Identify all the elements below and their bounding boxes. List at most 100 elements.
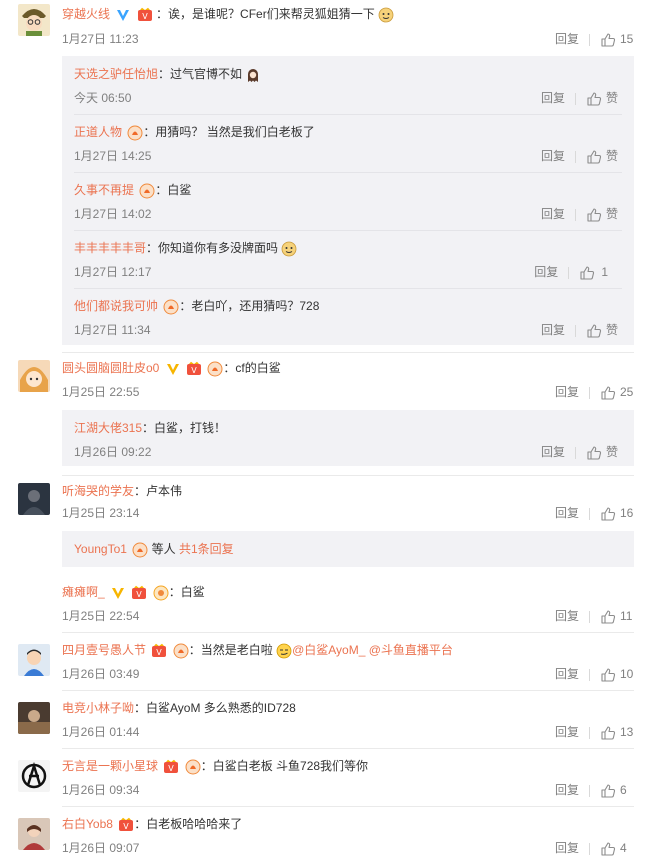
- separator: [589, 610, 590, 623]
- reply-button[interactable]: 回复: [541, 323, 565, 337]
- comment-line: 穿越火线 ：诶，是谁呢？CFer们来帮灵狐姐猜一下: [62, 4, 640, 24]
- username-link[interactable]: 听海哭的学友: [62, 484, 134, 498]
- reply-actions: 回复 赞: [541, 444, 618, 460]
- thumb-up-icon[interactable]: [579, 265, 595, 281]
- thumb-up-icon[interactable]: [586, 149, 602, 165]
- reply-button[interactable]: 回复: [541, 91, 565, 105]
- username-link[interactable]: 天选之驴任怡旭: [74, 67, 158, 81]
- thumb-up-icon[interactable]: [600, 783, 616, 799]
- reply-button[interactable]: 回复: [555, 724, 579, 740]
- comment-text: ：当然是老白啦: [188, 643, 273, 657]
- sub-reply: 他们都说我可帅 ：老白吖，还用猜吗？728 1月27日 11:34 回复 赞: [74, 294, 622, 340]
- separator: [589, 726, 590, 739]
- replies-box: 江湖大佬315：白鲨，打钱！ 1月26日 09:22 回复 赞: [62, 410, 634, 466]
- comment-line: 无言是一颗小星球 ：白鲨白老板 斗鱼728我们等你: [62, 756, 640, 776]
- comment-line: 四月壹号愚人节 ：当然是老白啦 @白鲨AyoM_ @斗鱼直播平台: [62, 640, 640, 660]
- comment-text: ：白鲨: [168, 585, 205, 599]
- divider: [62, 352, 634, 353]
- doge-emoji-icon: [378, 7, 394, 23]
- reply-summary-text: 等人: [148, 542, 179, 556]
- mention-link[interactable]: @斗鱼直播平台: [369, 643, 453, 657]
- reply-button[interactable]: 回复: [555, 31, 579, 47]
- thumb-up-icon[interactable]: [586, 207, 602, 223]
- thumb-up-icon[interactable]: [600, 32, 616, 48]
- reply-button[interactable]: 回复: [534, 265, 558, 279]
- thumb-up-icon[interactable]: [600, 841, 616, 857]
- verified-icon: [115, 7, 131, 23]
- reply-button[interactable]: 回复: [555, 666, 579, 682]
- timestamp: 1月27日 12:17: [74, 265, 152, 279]
- username-link[interactable]: 电竞小林子呦: [62, 701, 134, 715]
- divider: [74, 114, 622, 115]
- medal-icon: [127, 125, 143, 141]
- comment-actions: 回复 13: [555, 724, 634, 740]
- username-link[interactable]: 丰丰丰丰丰哥: [74, 241, 146, 255]
- separator: [574, 150, 576, 163]
- username-link[interactable]: 圆头圆脑圆肚皮o0: [62, 361, 159, 375]
- like-button[interactable]: 赞: [606, 445, 618, 459]
- thumb-up-icon[interactable]: [600, 609, 616, 625]
- username-link[interactable]: 穿越火线: [62, 7, 110, 21]
- like-button[interactable]: 赞: [606, 207, 618, 221]
- divider: [62, 690, 634, 691]
- comment-actions: 回复 11: [555, 608, 634, 624]
- reply-button[interactable]: 回复: [555, 840, 579, 856]
- sub-reply: 丰丰丰丰丰哥：你知道你有多没牌面吗 1月27日 12:17 回复 1: [74, 236, 622, 289]
- username-link[interactable]: 右白Yob8: [62, 817, 113, 831]
- divider: [74, 172, 622, 173]
- separator: [589, 386, 590, 399]
- username-link[interactable]: 瘫瘫啊_: [62, 585, 105, 599]
- username-link[interactable]: 四月壹号愚人节: [62, 643, 146, 657]
- reply-button[interactable]: 回复: [541, 149, 565, 163]
- username-link[interactable]: 江湖大佬315: [74, 421, 142, 435]
- comment-line: 瘫瘫啊_ ：白鲨: [62, 582, 640, 602]
- like-button[interactable]: 赞: [606, 91, 618, 105]
- like-count: 10: [620, 667, 634, 681]
- thumb-up-icon[interactable]: [586, 91, 602, 107]
- timestamp: 1月27日 14:02: [74, 207, 152, 221]
- like-button[interactable]: 赞: [606, 149, 618, 163]
- like-button[interactable]: 赞: [606, 323, 618, 337]
- comment-text: ：卢本伟: [134, 484, 183, 498]
- reply-button[interactable]: 回复: [555, 384, 579, 400]
- username-link[interactable]: 正道人物: [74, 125, 122, 139]
- divider: [62, 748, 634, 749]
- more-replies-link[interactable]: 共1条回复: [179, 542, 234, 556]
- medal-icon: [132, 542, 148, 558]
- sub-reply-summary[interactable]: YoungTo1 等人 共1条回复: [74, 539, 622, 559]
- separator: [574, 92, 576, 105]
- avatar[interactable]: [18, 702, 50, 734]
- thumb-up-icon[interactable]: [600, 506, 616, 522]
- avatar[interactable]: [18, 644, 50, 676]
- avatar[interactable]: [18, 818, 50, 850]
- comment-text: ：白鲨白老板 斗鱼728我们等你: [200, 759, 369, 773]
- thumb-up-icon[interactable]: [600, 667, 616, 683]
- mention-link[interactable]: @白鲨AyoM_: [292, 643, 365, 657]
- comment-line: 听海哭的学友：卢本伟: [62, 481, 640, 501]
- avatar[interactable]: [18, 760, 50, 792]
- thumb-up-icon[interactable]: [586, 445, 602, 461]
- separator: [568, 266, 570, 279]
- reply-actions: 回复 赞: [541, 148, 618, 164]
- reply-button[interactable]: 回复: [541, 445, 565, 459]
- comment-text: ：白老板哈哈哈来了: [134, 817, 243, 831]
- divider: [74, 230, 622, 231]
- thumb-up-icon[interactable]: [586, 323, 602, 339]
- reply-button[interactable]: 回复: [555, 782, 579, 798]
- reply-button[interactable]: 回复: [555, 505, 579, 521]
- avatar[interactable]: [18, 483, 50, 515]
- username-link[interactable]: 他们都说我可帅: [74, 299, 158, 313]
- thumb-up-icon[interactable]: [600, 385, 616, 401]
- reply-button[interactable]: 回复: [541, 207, 565, 221]
- thumb-up-icon[interactable]: [600, 725, 616, 741]
- vip-icon: [163, 759, 179, 775]
- avatar[interactable]: [18, 4, 50, 36]
- reply-button[interactable]: 回复: [555, 608, 579, 624]
- username-link[interactable]: 久事不再提: [74, 183, 134, 197]
- username-link[interactable]: YoungTo1: [74, 542, 127, 556]
- comment-actions: 回复 25: [555, 384, 634, 400]
- timestamp: 1月26日 01:44: [62, 725, 140, 739]
- username-link[interactable]: 无言是一颗小星球: [62, 759, 158, 773]
- avatar[interactable]: [18, 360, 50, 392]
- vip-icon: [131, 585, 147, 601]
